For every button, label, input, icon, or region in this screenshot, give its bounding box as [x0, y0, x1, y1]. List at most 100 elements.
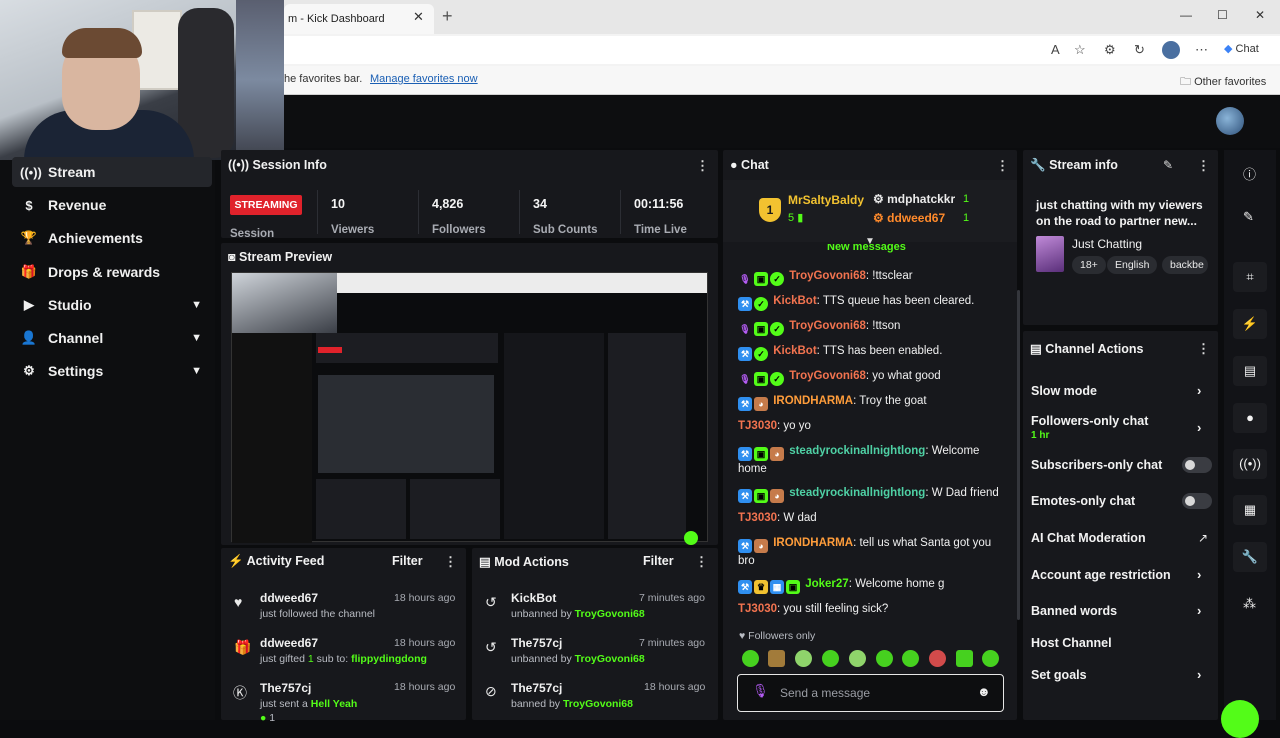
channel-actions-menu-icon[interactable]: ⋮ [1197, 341, 1210, 357]
activity-user[interactable]: The757cj [260, 681, 311, 695]
emote-icon[interactable] [929, 650, 946, 667]
subscribers-only-toggle[interactable] [1182, 457, 1212, 473]
minimize-icon[interactable]: — [1180, 8, 1192, 22]
sidebar-item-achievements[interactable]: 🏆 Achievements [12, 223, 212, 253]
new-messages-banner[interactable]: New messages [827, 244, 906, 254]
other-favorites[interactable]: 🗀 Other favorites [1180, 73, 1266, 92]
account-age-row[interactable]: Account age restriction [1031, 568, 1216, 582]
top-gifter-name[interactable]: MrSaltyBaldy [788, 193, 864, 207]
host-channel-row[interactable]: Host Channel [1031, 636, 1216, 650]
gift-recipient[interactable]: flippydingdong [351, 653, 427, 665]
chat-username[interactable]: steadyrockinallnightlong [789, 487, 925, 499]
favorite-star-icon[interactable]: ☆ [1074, 42, 1086, 58]
chat-username[interactable]: Joker27 [805, 578, 848, 590]
new-tab-icon[interactable]: + [442, 6, 453, 27]
tag-pill[interactable]: 18+ [1072, 256, 1106, 274]
browser-tab[interactable]: m - Kick Dashboard [284, 4, 434, 34]
chat-username[interactable]: TJ3030 [738, 512, 777, 524]
session-menu-icon[interactable]: ⋮ [696, 158, 709, 174]
copilot-button[interactable]: ◆ Chat [1224, 42, 1259, 55]
chat-menu-icon[interactable]: ⋮ [996, 158, 1009, 174]
slow-mode-row[interactable]: Slow mode [1031, 384, 1216, 398]
sidebar-item-studio[interactable]: ▶ Studio ▼ [12, 290, 212, 320]
tab-close-icon[interactable]: ✕ [413, 9, 424, 25]
profile-avatar[interactable] [1162, 41, 1180, 59]
mod-filter-button[interactable]: Filter [643, 554, 674, 568]
emotes-only-toggle[interactable] [1182, 493, 1212, 509]
address-bar[interactable] [284, 36, 1280, 64]
chevron-right-icon[interactable]: › [1197, 383, 1201, 398]
mod-target[interactable]: The757cj [511, 636, 562, 650]
emote-icon[interactable] [956, 650, 973, 667]
chat-username[interactable]: steadyrockinallnightlong [789, 445, 925, 457]
chat-username[interactable]: TroyGovoni68 [789, 320, 866, 332]
sidebar-item-stream[interactable]: ((•)) Stream [12, 157, 212, 187]
emote-icon[interactable] [768, 650, 785, 667]
stream-info-menu-icon[interactable]: ⋮ [1197, 158, 1210, 174]
tag-pill[interactable]: backbe [1162, 256, 1208, 274]
category-thumbnail[interactable] [1036, 236, 1064, 272]
extensions-icon[interactable]: ⚙ [1104, 42, 1116, 58]
wrench-icon[interactable]: 🔧 [1233, 542, 1267, 572]
notes-icon[interactable]: ▤ [1233, 356, 1267, 386]
edit-icon[interactable]: ✎ [1243, 209, 1254, 225]
activity-menu-icon[interactable]: ⋮ [444, 554, 457, 570]
mod-user[interactable]: TroyGovoni68 [575, 653, 645, 665]
chat-scrollbar[interactable] [1017, 290, 1020, 620]
chat-username[interactable]: IRONDHARMA [773, 537, 853, 549]
emote-icon[interactable] [742, 650, 759, 667]
mod-target[interactable]: The757cj [511, 681, 562, 695]
layout-icon[interactable]: ▦ [1233, 495, 1267, 525]
emote-icon[interactable] [982, 650, 999, 667]
close-window-icon[interactable]: ✕ [1255, 8, 1265, 22]
mod-menu-icon[interactable]: ⋮ [695, 554, 708, 570]
category-name[interactable]: Just Chatting [1072, 237, 1142, 251]
fab-button[interactable] [1221, 700, 1259, 738]
history-icon[interactable]: ↻ [1134, 42, 1145, 58]
sidebar-item-channel[interactable]: 👤 Channel ▼ [12, 323, 212, 353]
mic-icon[interactable]: 🎙 [752, 683, 769, 699]
edit-pencil-icon[interactable]: ✎ [1163, 158, 1173, 172]
chat-username[interactable]: TroyGovoni68 [789, 270, 866, 282]
sidebar-item-revenue[interactable]: $ Revenue [12, 190, 212, 220]
tag-pill[interactable]: English [1107, 256, 1158, 274]
chevron-right-icon[interactable]: › [1197, 603, 1201, 618]
read-aloud-icon[interactable]: A [1051, 42, 1060, 57]
chat-username[interactable]: TJ3030 [738, 420, 777, 432]
emote-icon[interactable] [795, 650, 812, 667]
mod-user[interactable]: TroyGovoni68 [575, 608, 645, 620]
chat-username[interactable]: TroyGovoni68 [789, 370, 866, 382]
manage-favorites-link[interactable]: Manage favorites now [370, 73, 478, 85]
activity-user[interactable]: ddweed67 [260, 636, 318, 650]
chevron-right-icon[interactable]: › [1197, 667, 1201, 682]
emote-icon[interactable] [849, 650, 866, 667]
broadcast-icon[interactable]: ((•)) [1233, 449, 1267, 479]
banned-words-row[interactable]: Banned words [1031, 604, 1216, 618]
maximize-icon[interactable]: ☐ [1217, 8, 1228, 22]
chat-input[interactable]: Send a message [737, 674, 1004, 712]
emote-icon[interactable] [876, 650, 893, 667]
emoji-picker-icon[interactable]: ☻ [977, 684, 991, 699]
chat-icon[interactable]: ● [1233, 403, 1267, 433]
followers-only-row[interactable]: Followers-only chat [1031, 414, 1216, 428]
sidebar-item-drops[interactable]: 🎁 Drops & rewards [12, 257, 212, 287]
chat-username[interactable]: TJ3030 [738, 603, 777, 615]
set-goals-row[interactable]: Set goals [1031, 668, 1216, 682]
chat-username[interactable]: KickBot [773, 345, 816, 357]
share-icon[interactable]: ⁂ [1243, 596, 1256, 612]
screenshot-icon[interactable]: ⌗ [1233, 262, 1267, 292]
external-link-icon[interactable]: ↗ [1198, 531, 1208, 545]
info-icon[interactable]: ⓘ [1243, 164, 1256, 183]
sidebar-item-settings[interactable]: ⚙ Settings ▼ [12, 356, 212, 386]
emote-icon[interactable] [902, 650, 919, 667]
chevron-right-icon[interactable]: › [1197, 420, 1201, 435]
more-icon[interactable]: ⋯ [1195, 42, 1208, 58]
chat-username[interactable]: KickBot [773, 295, 816, 307]
chat-username[interactable]: IRONDHARMA [773, 395, 853, 407]
user-avatar[interactable] [1216, 107, 1244, 135]
emote-icon[interactable] [822, 650, 839, 667]
activity-user[interactable]: ddweed67 [260, 591, 318, 605]
activity-filter-button[interactable]: Filter [392, 554, 423, 568]
gifter-2[interactable]: ⚙ mdphatckkr [873, 192, 955, 206]
lightning-icon[interactable]: ⚡ [1233, 309, 1267, 339]
